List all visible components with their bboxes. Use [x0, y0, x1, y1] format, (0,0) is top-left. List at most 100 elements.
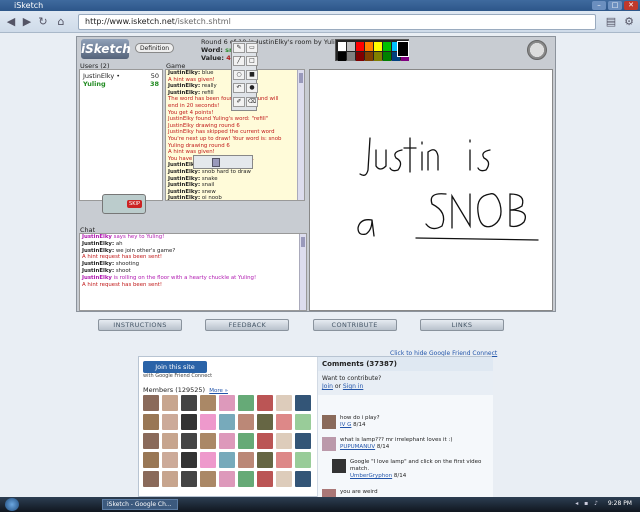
- member-avatar[interactable]: [143, 414, 159, 430]
- member-avatar[interactable]: [200, 395, 216, 411]
- scrollbar-thumb[interactable]: [301, 237, 305, 247]
- wrench-icon[interactable]: ⚙: [622, 15, 636, 29]
- member-avatar[interactable]: [276, 414, 292, 430]
- member-avatar[interactable]: [143, 471, 159, 487]
- member-avatar[interactable]: [276, 433, 292, 449]
- clear-tool-icon[interactable]: ⌫: [246, 96, 258, 107]
- palette-swatch[interactable]: [338, 42, 346, 51]
- member-avatar[interactable]: [200, 433, 216, 449]
- member-avatar[interactable]: [295, 433, 311, 449]
- member-avatar[interactable]: [219, 395, 235, 411]
- scrollbar[interactable]: [297, 70, 304, 200]
- reload-icon[interactable]: ↻: [36, 15, 50, 29]
- sign-in-link[interactable]: Sign in: [343, 383, 363, 390]
- member-avatar[interactable]: [238, 433, 254, 449]
- fill-rect-tool-icon[interactable]: ■: [246, 69, 258, 80]
- taskbar-item-chrome[interactable]: iSketch - Google Ch...: [102, 499, 178, 510]
- more-members-link[interactable]: More »: [209, 388, 228, 394]
- palette-swatch[interactable]: [365, 52, 373, 61]
- member-avatar[interactable]: [238, 452, 254, 468]
- rect-tool-icon[interactable]: □: [246, 56, 258, 67]
- member-avatar[interactable]: [257, 471, 273, 487]
- member-avatar[interactable]: [181, 471, 197, 487]
- member-avatar[interactable]: [238, 414, 254, 430]
- palette-swatch[interactable]: [374, 52, 382, 61]
- member-avatar[interactable]: [143, 433, 159, 449]
- eraser-tool-icon[interactable]: ▭: [246, 43, 258, 53]
- commenter-avatar[interactable]: [322, 489, 336, 497]
- member-avatar[interactable]: [219, 433, 235, 449]
- member-avatar[interactable]: [219, 471, 235, 487]
- palette-swatch[interactable]: [365, 42, 373, 51]
- ellipse-tool-icon[interactable]: ○: [233, 69, 245, 80]
- member-avatar[interactable]: [200, 452, 216, 468]
- undo-tool-icon[interactable]: ↶: [233, 83, 245, 94]
- palette-swatch[interactable]: [347, 52, 355, 61]
- member-avatar[interactable]: [295, 395, 311, 411]
- join-link[interactable]: Join: [322, 383, 333, 390]
- member-avatar[interactable]: [238, 395, 254, 411]
- member-avatar[interactable]: [238, 471, 254, 487]
- member-avatar[interactable]: [276, 452, 292, 468]
- commenter-avatar[interactable]: [322, 437, 336, 451]
- member-avatar[interactable]: [162, 471, 178, 487]
- home-icon[interactable]: ⌂: [54, 15, 68, 29]
- definition-button[interactable]: Definition: [135, 43, 175, 53]
- back-icon[interactable]: ◀: [4, 15, 18, 29]
- member-avatar[interactable]: [200, 414, 216, 430]
- brush-size-slider[interactable]: [193, 155, 253, 169]
- fill-ellipse-tool-icon[interactable]: ●: [246, 83, 258, 94]
- maximize-button[interactable]: □: [608, 1, 622, 10]
- palette-swatch[interactable]: [347, 42, 355, 51]
- comment-author[interactable]: PUPUMANUV: [340, 444, 375, 450]
- palette-swatch[interactable]: [356, 52, 364, 61]
- palette-swatch[interactable]: [383, 42, 391, 51]
- member-avatar[interactable]: [181, 433, 197, 449]
- member-avatar[interactable]: [257, 414, 273, 430]
- member-avatar[interactable]: [162, 452, 178, 468]
- member-avatar[interactable]: [295, 414, 311, 430]
- member-avatar[interactable]: [219, 452, 235, 468]
- member-avatar[interactable]: [257, 395, 273, 411]
- chat-log[interactable]: JustinElky says hey to Yuling! JustinElky…: [79, 233, 307, 311]
- close-button[interactable]: ✕: [624, 1, 638, 10]
- member-avatar[interactable]: [181, 414, 197, 430]
- member-avatar[interactable]: [162, 395, 178, 411]
- member-avatar[interactable]: [181, 452, 197, 468]
- member-avatar[interactable]: [219, 414, 235, 430]
- member-avatar[interactable]: [162, 414, 178, 430]
- member-avatar[interactable]: [257, 452, 273, 468]
- minimize-button[interactable]: –: [592, 1, 606, 10]
- member-avatar[interactable]: [257, 433, 273, 449]
- commenter-avatar[interactable]: [322, 415, 336, 429]
- member-avatar[interactable]: [295, 471, 311, 487]
- feedback-button[interactable]: FEEDBACK: [205, 319, 290, 331]
- brush-tool-icon[interactable]: ✐: [233, 96, 245, 107]
- comment-author[interactable]: IV G: [340, 422, 351, 428]
- join-site-button[interactable]: Join this site: [143, 361, 207, 373]
- member-avatar[interactable]: [181, 395, 197, 411]
- contribute-button[interactable]: CONTRIBUTE: [312, 319, 397, 331]
- scrollbar-thumb[interactable]: [299, 73, 303, 83]
- skip-control[interactable]: SKIP: [102, 194, 146, 214]
- links-button[interactable]: LINKS: [419, 319, 504, 331]
- forward-icon[interactable]: ▶: [20, 15, 34, 29]
- comment-author[interactable]: UmberGryphon: [350, 473, 392, 479]
- member-avatar[interactable]: [162, 433, 178, 449]
- instructions-button[interactable]: INSTRUCTIONS: [98, 319, 182, 331]
- member-avatar[interactable]: [143, 452, 159, 468]
- palette-swatch[interactable]: [374, 42, 382, 51]
- skip-button[interactable]: SKIP: [127, 200, 142, 208]
- palette-swatch[interactable]: [356, 42, 364, 51]
- member-avatar[interactable]: [200, 471, 216, 487]
- commenter-avatar[interactable]: [332, 459, 346, 473]
- page-menu-icon[interactable]: ▤: [604, 15, 618, 29]
- member-avatar[interactable]: [276, 395, 292, 411]
- address-bar[interactable]: http://www.isketch.net/isketch.shtml: [78, 14, 596, 30]
- member-avatar[interactable]: [143, 395, 159, 411]
- drawing-canvas[interactable]: [309, 69, 553, 311]
- line-tool-icon[interactable]: ╱: [233, 56, 245, 67]
- scrollbar[interactable]: [299, 234, 306, 310]
- slider-knob[interactable]: [212, 158, 220, 167]
- palette-swatch[interactable]: [338, 52, 346, 61]
